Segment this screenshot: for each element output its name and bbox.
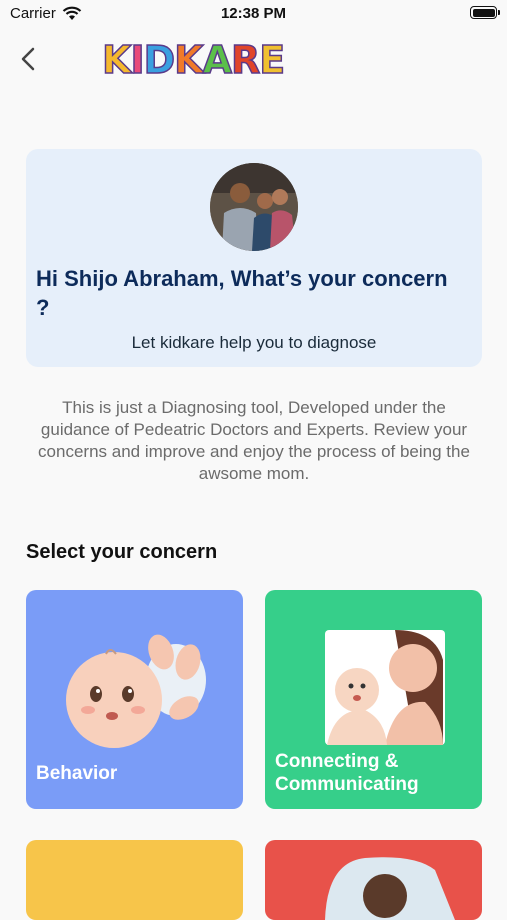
battery-icon (470, 6, 500, 19)
concern-illustration (325, 857, 455, 920)
disclaimer-text: This is just a Diagnosing tool, Develope… (38, 398, 470, 483)
logo-letter: I (130, 37, 146, 83)
logo-letter: K (101, 37, 132, 83)
concern-tile-4[interactable] (265, 840, 482, 920)
logo-letter: R (230, 37, 261, 83)
back-arrow-icon[interactable] (14, 44, 44, 74)
concern-tile-connecting[interactable]: Connecting & Communicating (265, 590, 482, 809)
logo-letter: E (259, 37, 286, 83)
logo-letter: A (202, 37, 233, 83)
logo-letter: D (143, 37, 176, 83)
clock: 12:38 PM (220, 5, 287, 22)
logo-letter: K (173, 37, 204, 83)
helper-text: Let kidkare help you to diagnose (131, 333, 377, 352)
concern-label: Connecting & Communicating (275, 751, 419, 795)
concern-tile-behavior[interactable]: Behavior (26, 590, 243, 809)
user-avatar[interactable] (210, 163, 298, 251)
concern-label: Behavior (36, 763, 118, 784)
kidkare-logo: KIDKARE (101, 37, 286, 83)
family-photo (210, 163, 298, 251)
section-title: Select your concern (26, 541, 218, 563)
profile-card: Hi Shijo Abraham, What’s your concern ? … (26, 149, 482, 367)
greeting-text: Hi Shijo Abraham, What’s your concern ? (36, 266, 448, 320)
concern-tile-3[interactable] (26, 840, 243, 920)
status-bar: Carrier 12:38 PM (0, 0, 507, 28)
